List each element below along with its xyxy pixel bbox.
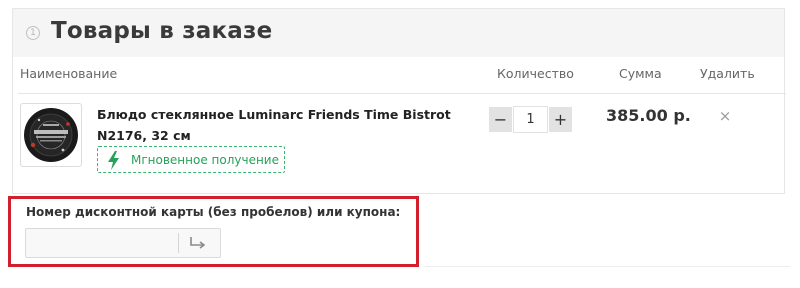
arrow-return-icon[interactable]	[189, 236, 207, 250]
coupon-input[interactable]	[26, 229, 178, 257]
table-header-divider	[18, 93, 786, 94]
quantity-stepper: − 1 +	[489, 106, 574, 133]
column-header-delete: Удалить	[700, 66, 755, 81]
column-header-quantity: Количество	[497, 66, 574, 81]
item-sum: 385.00 р.	[606, 106, 691, 125]
badge-label: Мгновенное получение	[131, 153, 279, 167]
product-thumbnail[interactable]	[20, 103, 82, 167]
page-title: Товары в заказе	[51, 18, 273, 44]
delete-icon[interactable]: ×	[718, 107, 732, 125]
coupon-label: Номер дисконтной карты (без пробелов) ил…	[26, 205, 401, 219]
product-plate-image	[24, 108, 78, 162]
card-header: 1 Товары в заказе	[13, 9, 784, 57]
quantity-input[interactable]: 1	[513, 106, 548, 133]
step-number: 1	[26, 26, 40, 40]
column-header-name: Наименование	[20, 66, 118, 81]
coupon-field-group	[25, 228, 221, 258]
lightning-icon	[108, 151, 119, 170]
section-divider	[425, 266, 790, 267]
coupon-divider	[178, 233, 179, 253]
quantity-decrease-button[interactable]: −	[489, 107, 512, 132]
product-name[interactable]: Блюдо стеклянное Luminarc Friends Time B…	[97, 104, 467, 146]
quantity-increase-button[interactable]: +	[549, 107, 572, 132]
instant-pickup-badge: Мгновенное получение	[97, 146, 285, 173]
column-header-sum: Сумма	[619, 66, 662, 81]
